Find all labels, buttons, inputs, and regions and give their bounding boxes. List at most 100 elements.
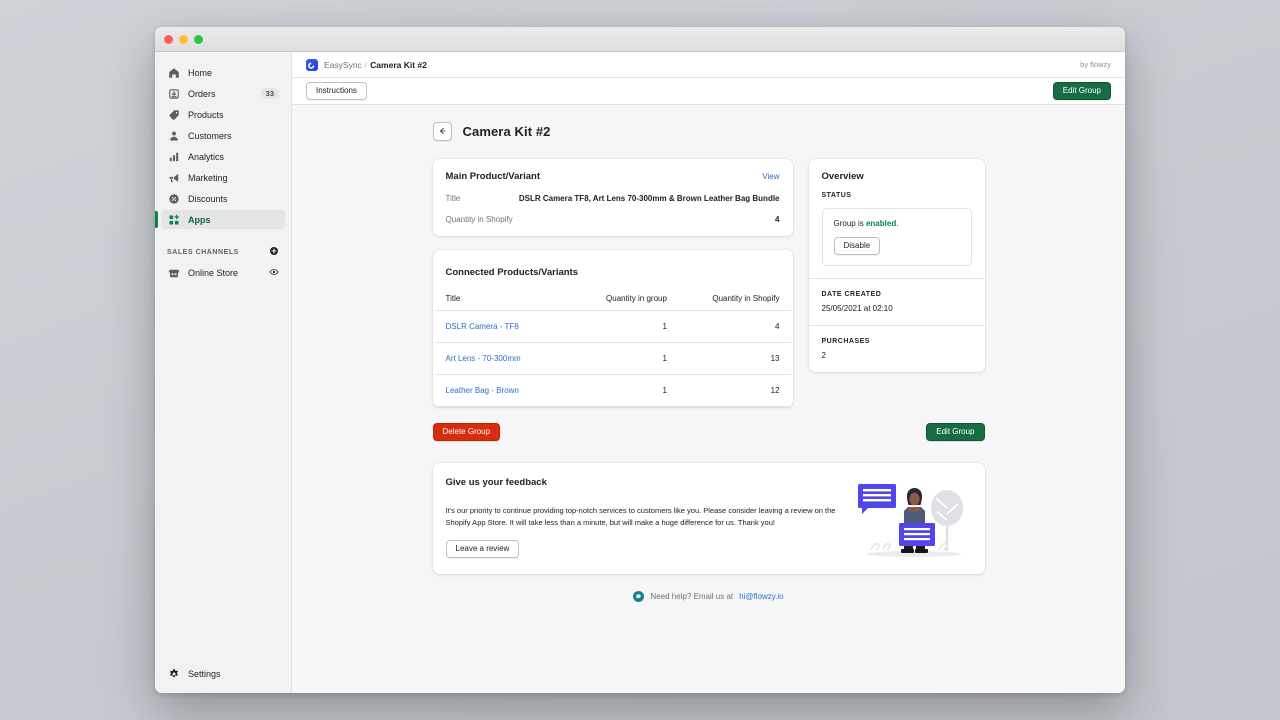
sidebar-item-customers[interactable]: Customers <box>161 126 285 145</box>
cell-qty-shopify: 4 <box>667 311 791 343</box>
table-row: Art Lens - 70-300mm 1 13 <box>435 343 791 375</box>
status-label: STATUS <box>822 192 972 199</box>
right-column: Overview STATUS Group is enabled. Disabl… <box>809 159 985 372</box>
cell-qty-group: 1 <box>571 311 667 343</box>
status-prefix: Group is <box>834 219 866 228</box>
plus-circle-icon[interactable] <box>269 246 279 258</box>
action-bar: Instructions Edit Group <box>292 78 1125 105</box>
storefront-icon <box>167 266 180 279</box>
overview-card: Overview STATUS Group is enabled. Disabl… <box>809 159 985 372</box>
sidebar-item-home[interactable]: Home <box>161 63 285 82</box>
maximize-window-button[interactable] <box>194 35 203 44</box>
view-link[interactable]: View <box>762 172 779 181</box>
chat-bubble-icon[interactable] <box>633 591 644 602</box>
sidebar-spacer <box>155 283 291 663</box>
orders-count-badge: 33 <box>261 88 279 99</box>
cell-title: Art Lens - 70-300mm <box>435 343 571 375</box>
megaphone-icon <box>167 171 180 184</box>
table-header-row: Title Quantity in group Quantity in Shop… <box>435 294 791 311</box>
connected-products-card-title: Connected Products/Variants <box>446 267 579 278</box>
cell-title: DSLR Camera - TF8 <box>435 311 571 343</box>
sidebar-item-apps[interactable]: Apps <box>161 210 285 229</box>
person-icon <box>167 129 180 142</box>
product-link[interactable]: Art Lens - 70-300mm <box>446 354 521 363</box>
two-column-layout: Main Product/Variant View Title DSLR Cam… <box>433 159 985 407</box>
sidebar-item-label: Discounts <box>188 194 279 204</box>
sidebar-item-label: Products <box>188 110 279 120</box>
cell-qty-group: 1 <box>571 343 667 375</box>
sales-channels-label: SALES CHANNELS <box>167 249 239 256</box>
apps-icon <box>167 213 180 226</box>
sidebar-item-discounts[interactable]: Discounts <box>161 189 285 208</box>
close-window-button[interactable] <box>164 35 173 44</box>
sidebar-item-label: Home <box>188 68 279 78</box>
easysync-app-logo-icon <box>306 59 318 71</box>
cell-qty-shopify: 12 <box>667 375 791 407</box>
desktop-background: Home Orders 33 <box>0 0 1280 720</box>
window-body: Home Orders 33 <box>155 52 1125 693</box>
page-header: Camera Kit #2 <box>433 122 985 141</box>
breadcrumb-app-name[interactable]: EasySync <box>324 60 362 70</box>
edit-group-button-bottom[interactable]: Edit Group <box>926 423 984 441</box>
cell-qty-group: 1 <box>571 375 667 407</box>
product-link[interactable]: DSLR Camera - TF8 <box>446 322 519 331</box>
sidebar-item-online-store[interactable]: Online Store <box>161 263 285 282</box>
gear-icon <box>167 667 180 680</box>
cell-title: Leather Bag - Brown <box>435 375 571 407</box>
bottom-action-row: Delete Group Edit Group <box>433 423 985 441</box>
sidebar-item-label: Marketing <box>188 173 279 183</box>
date-created-label: DATE CREATED <box>822 291 972 298</box>
window-titlebar <box>155 27 1125 52</box>
sidebar-item-label: Online Store <box>188 268 269 278</box>
leave-a-review-button[interactable]: Leave a review <box>446 540 520 558</box>
sidebar: Home Orders 33 <box>155 52 292 693</box>
sidebar-item-orders[interactable]: Orders 33 <box>161 84 285 103</box>
breadcrumb-separator: / <box>365 60 367 70</box>
product-link[interactable]: Leather Bag - Brown <box>446 386 519 395</box>
disable-button[interactable]: Disable <box>834 237 881 255</box>
column-header-qty-shopify: Quantity in Shopify <box>667 294 791 311</box>
content-area: EasySync/Camera Kit #2 by flowzy Instruc… <box>292 52 1125 693</box>
overview-status-section: Overview STATUS Group is enabled. Disabl… <box>809 159 985 278</box>
edit-group-button-top[interactable]: Edit Group <box>1053 82 1111 100</box>
discount-icon <box>167 192 180 205</box>
delete-group-button[interactable]: Delete Group <box>433 423 501 441</box>
connected-products-card: Connected Products/Variants Title Quanti… <box>433 250 793 407</box>
eye-icon[interactable] <box>269 267 279 279</box>
sidebar-item-products[interactable]: Products <box>161 105 285 124</box>
sidebar-item-analytics[interactable]: Analytics <box>161 147 285 166</box>
scroll-region[interactable]: Camera Kit #2 Main Product/Variant View <box>292 105 1125 693</box>
overview-date-section: DATE CREATED 25/05/2021 at 02:10 <box>809 278 985 325</box>
main-product-title-row: Title DSLR Camera TF8, Art Lens 70-300mm… <box>446 194 780 203</box>
sidebar-item-marketing[interactable]: Marketing <box>161 168 285 187</box>
feedback-card: Give us your feedback It's our priority … <box>433 463 985 574</box>
table-row: Leather Bag - Brown 1 12 <box>435 375 791 407</box>
purchases-value: 2 <box>822 351 972 360</box>
column-header-title: Title <box>435 294 571 311</box>
row-key: Quantity in Shopify <box>446 215 513 224</box>
back-button[interactable] <box>433 122 452 141</box>
main-product-card-title: Main Product/Variant <box>446 171 541 182</box>
sidebar-item-label: Orders <box>188 89 261 99</box>
sales-channels-heading: SALES CHANNELS <box>167 246 279 258</box>
status-box: Group is enabled. Disable <box>822 208 972 266</box>
status-suffix: . <box>896 219 898 228</box>
help-text: Need help? Email us at <box>650 592 733 601</box>
instructions-button[interactable]: Instructions <box>306 82 367 100</box>
row-key: Title <box>446 194 461 203</box>
main-product-card: Main Product/Variant View Title DSLR Cam… <box>433 159 793 236</box>
column-header-qty-group: Quantity in group <box>571 294 667 311</box>
feedback-body: It's our priority to continue providing … <box>446 505 846 528</box>
breadcrumb-current: Camera Kit #2 <box>370 60 427 70</box>
sidebar-item-settings[interactable]: Settings <box>161 664 285 683</box>
tag-icon <box>167 108 180 121</box>
page-container: Camera Kit #2 Main Product/Variant View <box>433 122 985 602</box>
arrow-left-icon <box>437 123 447 141</box>
minimize-window-button[interactable] <box>179 35 188 44</box>
date-created-value: 25/05/2021 at 02:10 <box>822 304 972 313</box>
page-title: Camera Kit #2 <box>463 124 551 139</box>
connected-products-table: Title Quantity in group Quantity in Shop… <box>435 294 791 407</box>
support-email-link[interactable]: hi@flowzy.io <box>739 592 783 601</box>
help-footer: Need help? Email us at hi@flowzy.io <box>433 574 985 602</box>
overview-card-title: Overview <box>822 171 972 182</box>
